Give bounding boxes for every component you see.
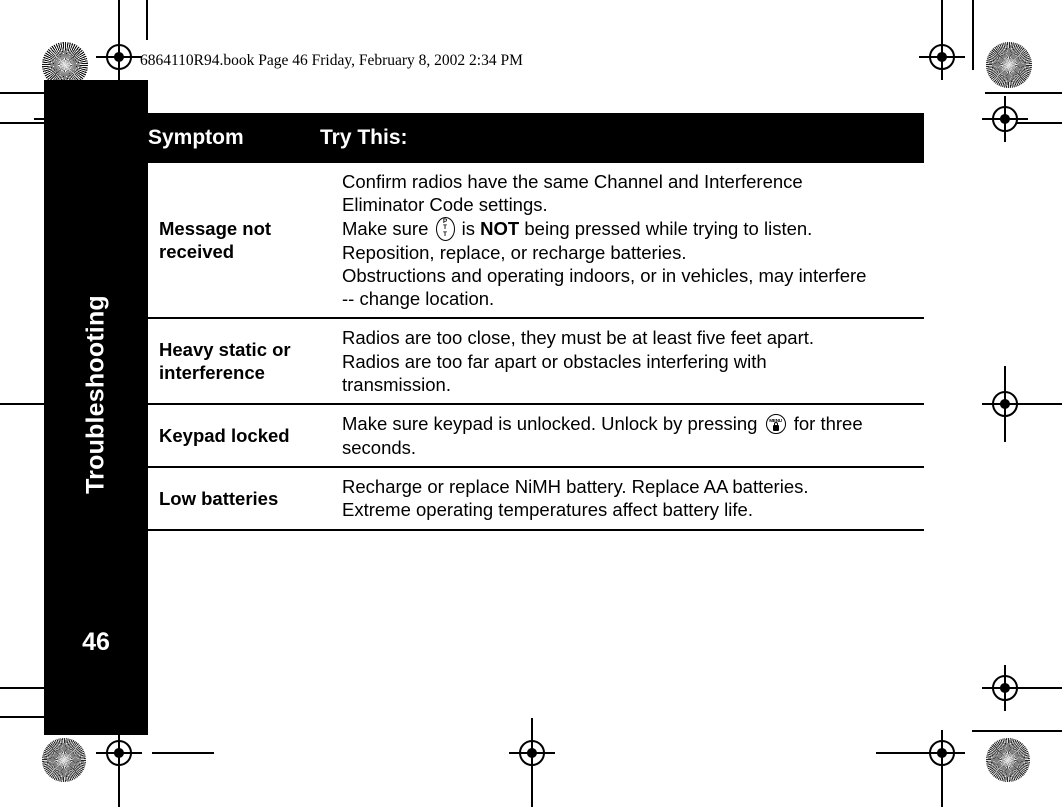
table-row: Heavy static or interference Radios are …	[148, 318, 924, 406]
advice-line: Radios are too close, they must be at le…	[342, 326, 918, 349]
chapter-side-tab: Troubleshooting 46	[44, 80, 148, 735]
advice-line: Extreme operating temperatures affect ba…	[342, 498, 918, 521]
advice-text: Recharge or replace NiMH battery. Replac…	[342, 475, 809, 497]
table-row: Message not received Confirm radios have…	[148, 163, 924, 320]
page-canvas: 6864110R94.book Page 46 Friday, February…	[0, 0, 1062, 807]
troubleshooting-table-wrapper: Symptom Try This: Message not received C…	[148, 113, 924, 531]
advice-text: for three	[793, 413, 863, 435]
crop-line-left-bottom	[0, 687, 36, 689]
table-row: Low batteries Recharge or replace NiMH b…	[148, 466, 924, 531]
crop-line-br-h2	[972, 730, 1062, 732]
crop-line-left-mid	[0, 403, 36, 405]
registration-starburst-bottom-right	[986, 738, 1030, 782]
advice-text: Confirm radios have the same Channel and…	[342, 171, 803, 192]
advice-line: seconds.	[342, 436, 918, 459]
crop-line-top-right-v2	[972, 0, 974, 70]
advice-line: Eliminator Code settings.	[342, 193, 918, 216]
column-header-try-this: Try This:	[320, 113, 924, 163]
registration-starburst-top-right	[986, 42, 1032, 88]
advice-cell: Make sure keypad is unlocked. Unlock by …	[320, 404, 924, 468]
advice-line: -- change location.	[342, 287, 918, 310]
symptom-cell: Low batteries	[148, 466, 320, 531]
column-header-symptom: Symptom	[148, 113, 320, 163]
advice-line: Make sure PTT is NOT being pressed while…	[342, 216, 918, 241]
advice-cell: Confirm radios have the same Channel and…	[320, 163, 924, 320]
advice-text: -- change location.	[342, 288, 495, 310]
advice-text: Obstructions and operating indoors, or i…	[342, 264, 867, 286]
advice-line: Confirm radios have the same Channel and…	[342, 170, 918, 193]
page-number-label: 46	[82, 628, 110, 656]
registration-starburst-bottom-left	[42, 738, 86, 782]
advice-text: is	[461, 217, 476, 239]
ptt-icon-letters: PTT	[442, 217, 448, 238]
advice-text: being pressed while trying to listen.	[524, 217, 813, 239]
ptt-button-icon: PTT	[435, 216, 455, 241]
advice-line: Radios are too far apart or obstacles in…	[342, 350, 918, 373]
table-row: Keypad locked Make sure keypad is unlock…	[148, 404, 924, 468]
crop-line-right-mid	[1026, 403, 1062, 405]
table-head: Symptom Try This:	[148, 113, 924, 163]
advice-cell: Radios are too close, they must be at le…	[320, 318, 924, 406]
advice-cell: Recharge or replace NiMH battery. Replac…	[320, 466, 924, 531]
advice-text: Eliminator Code settings.	[342, 194, 548, 216]
troubleshooting-table: Symptom Try This: Message not received C…	[148, 113, 924, 531]
advice-line: transmission.	[342, 373, 918, 396]
advice-line: Recharge or replace NiMH battery. Replac…	[342, 475, 918, 498]
advice-text: Make sure keypad is unlocked. Unlock by …	[342, 413, 758, 435]
advice-text: Make sure	[342, 217, 429, 239]
table-header-row: Symptom Try This:	[148, 113, 924, 163]
advice-text: Reposition, replace, or recharge batteri…	[342, 241, 687, 263]
symptom-cell: Heavy static or interference	[148, 318, 320, 406]
symptom-cell: Message not received	[148, 163, 320, 320]
advice-line: Make sure keypad is unlocked. Unlock by …	[342, 412, 918, 435]
advice-text: Extreme operating temperatures affect ba…	[342, 499, 753, 521]
advice-line: Obstructions and operating indoors, or i…	[342, 264, 918, 287]
crop-line-bl-h2	[152, 752, 214, 754]
advice-text: transmission.	[342, 374, 451, 396]
crop-line-right-bottom	[1026, 687, 1062, 689]
table-body: Message not received Confirm radios have…	[148, 163, 924, 531]
advice-line: Reposition, replace, or recharge batteri…	[342, 241, 918, 264]
advice-emphasis: NOT	[480, 217, 520, 239]
document-header-line: 6864110R94.book Page 46 Friday, February…	[140, 52, 523, 69]
lock-icon	[772, 424, 779, 431]
chapter-name-label: Troubleshooting	[81, 295, 110, 494]
crop-line-top-left-v2	[146, 0, 148, 40]
advice-text: Radios are too far apart or obstacles in…	[342, 350, 767, 372]
crop-line-right-top	[985, 92, 1062, 94]
symptom-cell: Keypad locked	[148, 404, 320, 468]
advice-text: Radios are too close, they must be at le…	[342, 327, 815, 349]
menu-lock-button-icon: MENU	[765, 414, 786, 435]
advice-text: seconds.	[342, 436, 417, 458]
